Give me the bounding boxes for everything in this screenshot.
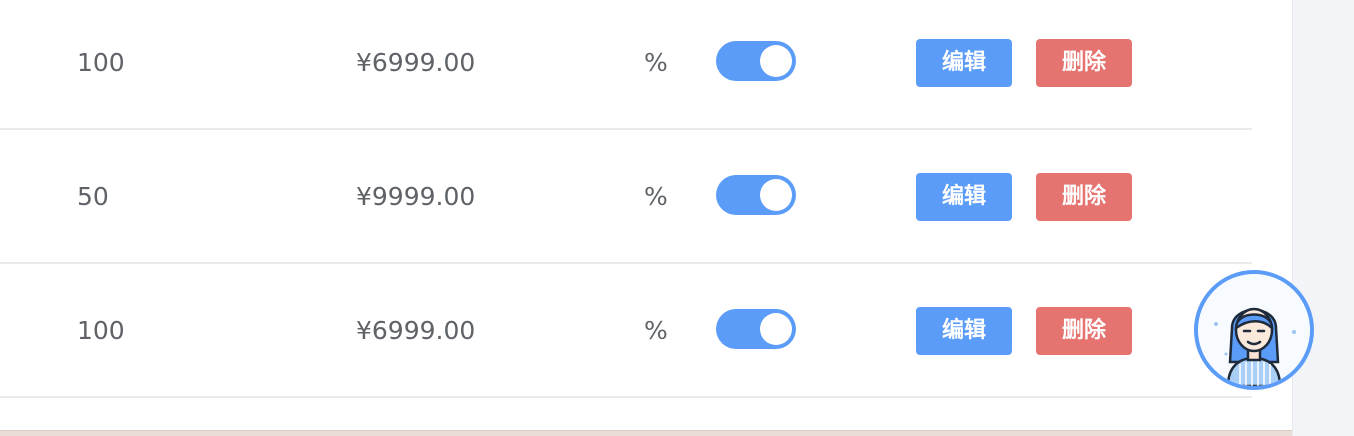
percent-cell: % bbox=[644, 316, 668, 345]
toggle-knob bbox=[760, 179, 792, 211]
delete-button[interactable]: 删除 bbox=[1036, 173, 1132, 221]
stock-cell: 100 bbox=[77, 48, 125, 77]
bottom-border bbox=[0, 430, 1292, 436]
edit-button[interactable]: 编辑 bbox=[916, 39, 1012, 87]
delete-button[interactable]: 删除 bbox=[1036, 307, 1132, 355]
assistant-avatar-button[interactable] bbox=[1194, 270, 1314, 390]
price-cell: ¥9999.00 bbox=[356, 182, 476, 211]
toggle-knob bbox=[760, 45, 792, 77]
status-toggle[interactable] bbox=[716, 175, 796, 215]
price-cell: ¥6999.00 bbox=[356, 48, 476, 77]
stock-cell: 100 bbox=[77, 316, 125, 345]
table-row: 100 ¥6999.00 % 编辑 删除 bbox=[0, 264, 1252, 398]
page-gutter bbox=[1292, 0, 1354, 436]
price-cell: ¥6999.00 bbox=[356, 316, 476, 345]
table-row: 100 ¥6999.00 % 编辑 删除 bbox=[0, 0, 1252, 130]
toggle-knob bbox=[760, 313, 792, 345]
status-toggle[interactable] bbox=[716, 309, 796, 349]
edit-button[interactable]: 编辑 bbox=[916, 307, 1012, 355]
table-row: 50 ¥9999.00 % 编辑 删除 bbox=[0, 130, 1252, 264]
percent-cell: % bbox=[644, 48, 668, 77]
table-panel: 100 ¥6999.00 % 编辑 删除 50 ¥9999.00 % 编辑 删除… bbox=[0, 0, 1292, 430]
percent-cell: % bbox=[644, 182, 668, 211]
status-toggle[interactable] bbox=[716, 41, 796, 81]
delete-button[interactable]: 删除 bbox=[1036, 39, 1132, 87]
edit-button[interactable]: 编辑 bbox=[916, 173, 1012, 221]
stock-cell: 50 bbox=[77, 182, 109, 211]
support-agent-icon bbox=[1198, 274, 1310, 386]
